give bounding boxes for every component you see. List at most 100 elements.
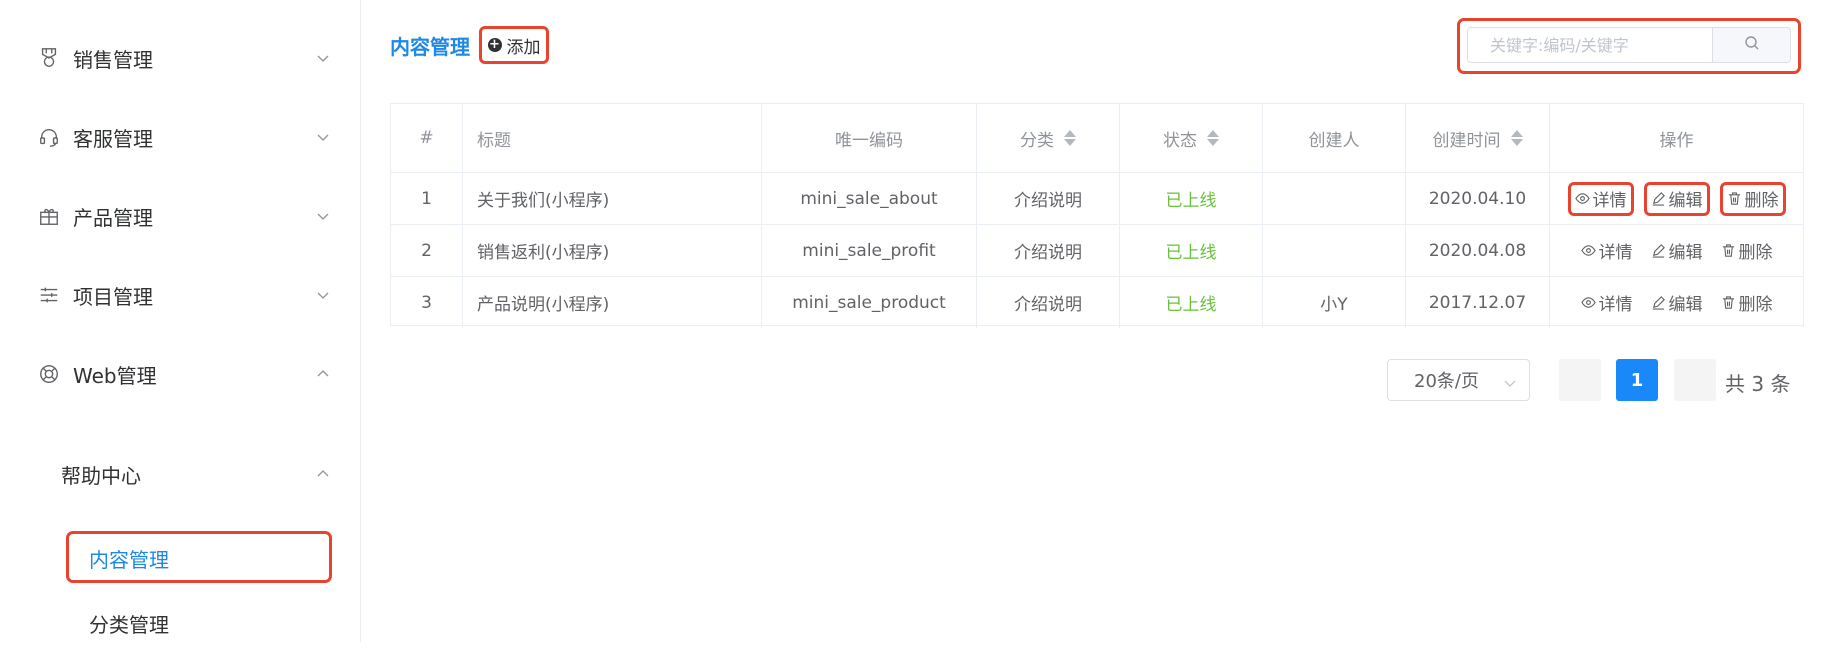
chevron-down-icon [316, 51, 330, 65]
sidebar-item-projects[interactable]: 项目管理 [0, 265, 360, 325]
sort-icon[interactable] [1064, 130, 1076, 146]
pencil-icon [1652, 296, 1665, 310]
detail-button[interactable]: 详情 [1567, 181, 1634, 216]
plus-circle-icon: + [487, 37, 502, 52]
pencil-icon [1652, 244, 1665, 258]
column-header-creator: 创建人 [1263, 104, 1406, 172]
headset-icon [37, 125, 61, 149]
add-button-label: 添加 [506, 37, 541, 58]
column-header-created[interactable]: 创建时间 [1406, 104, 1550, 172]
sidebar-item-content-management[interactable] [66, 531, 332, 583]
sidebar-item-products[interactable]: 产品管理 [0, 186, 360, 246]
column-header-title: 标题 [463, 104, 762, 172]
lifebuoy-icon [37, 362, 61, 386]
detail-button[interactable]: 详情 [1577, 286, 1637, 320]
search-icon [1744, 35, 1760, 55]
cell-creator [1263, 225, 1406, 276]
sidebar: 销售管理 客服管理 产品管理 项目管理 Web管理 帮助中心 内容管理 分类管理 [0, 0, 361, 642]
page-size-value: 20条/页 [1414, 371, 1479, 392]
column-header-actions: 操作 [1659, 130, 1694, 151]
chevron-down-icon [316, 130, 330, 144]
cell-status: 已上线 [1120, 173, 1263, 224]
sidebar-item-label: 销售管理 [73, 47, 153, 72]
page-number-current[interactable]: 1 [1616, 359, 1658, 401]
cell-status: 已上线 [1120, 277, 1263, 328]
chevron-down-icon [1503, 374, 1517, 395]
gift-icon [37, 204, 61, 228]
sidebar-group-help-center[interactable]: 帮助中心 [0, 444, 360, 504]
cell-creator [1263, 173, 1406, 224]
sidebar-item-label: 产品管理 [73, 205, 153, 230]
cell-actions: 详情 编辑 删除 [1550, 173, 1803, 224]
prev-page-button[interactable] [1559, 359, 1601, 401]
eye-icon [1574, 193, 1590, 204]
column-header-code: 唯一编码 [762, 104, 977, 172]
content-table: # 标题 唯一编码 分类 状态 创建人 创建时间 操作 1 关于我们(小程序) … [390, 103, 1804, 328]
cell-code: mini_sale_about [762, 173, 977, 224]
sidebar-subitem-label: 分类管理 [89, 612, 169, 637]
trash-icon [1722, 244, 1734, 257]
page-title: 内容管理 [390, 35, 470, 59]
cell-created: 2017.12.07 [1406, 277, 1550, 328]
cell-code: mini_sale_product [762, 277, 977, 328]
sidebar-item-customer-service[interactable]: 客服管理 [0, 107, 360, 167]
sort-icon[interactable] [1510, 130, 1523, 146]
page-size-select[interactable]: 20条/页 [1387, 359, 1530, 401]
eye-icon [1580, 245, 1596, 256]
sidebar-item-label: 项目管理 [73, 284, 153, 309]
sliders-icon [37, 283, 61, 307]
delete-button[interactable]: 删除 [1719, 181, 1786, 216]
cell-title: 关于我们(小程序) [463, 173, 762, 224]
trash-icon [1722, 296, 1734, 309]
search-bar [1457, 18, 1801, 74]
chevron-up-icon [316, 467, 330, 481]
cell-created: 2020.04.08 [1406, 225, 1550, 276]
eye-icon [1580, 297, 1596, 308]
delete-button[interactable]: 删除 [1717, 286, 1777, 320]
cell-index: 3 [391, 277, 463, 328]
sidebar-item-label: 客服管理 [73, 126, 153, 151]
table-row: 2 销售返利(小程序) mini_sale_profit 介绍说明 已上线 20… [391, 225, 1803, 277]
trash-icon [1728, 192, 1740, 205]
search-input[interactable] [1467, 27, 1713, 63]
pagination-total: 共 3 条 [1725, 372, 1791, 396]
cell-title: 产品说明(小程序) [463, 277, 762, 328]
sort-icon[interactable] [1207, 130, 1219, 146]
column-header-status[interactable]: 状态 [1120, 104, 1263, 172]
sidebar-item-category-management[interactable]: 分类管理 [0, 593, 360, 653]
table-row: 1 关于我们(小程序) mini_sale_about 介绍说明 已上线 202… [391, 173, 1803, 225]
column-header-index: # [391, 104, 463, 172]
cell-title: 销售返利(小程序) [463, 225, 762, 276]
cell-category: 介绍说明 [977, 173, 1120, 224]
sidebar-item-web[interactable]: Web管理 [0, 344, 360, 404]
cell-code: mini_sale_profit [762, 225, 977, 276]
cell-index: 2 [391, 225, 463, 276]
table-row: 3 产品说明(小程序) mini_sale_product 介绍说明 已上线 小… [391, 277, 1803, 328]
chevron-down-icon [316, 288, 330, 302]
detail-button[interactable]: 详情 [1577, 234, 1637, 268]
cell-status: 已上线 [1120, 225, 1263, 276]
sidebar-group-label: 帮助中心 [61, 463, 141, 488]
cell-category: 介绍说明 [977, 277, 1120, 328]
chevron-down-icon [316, 209, 330, 223]
cell-creator: 小Y [1263, 277, 1406, 328]
cell-actions: 详情 编辑 删除 [1550, 277, 1803, 328]
cell-index: 1 [391, 173, 463, 224]
column-header-category[interactable]: 分类 [977, 104, 1120, 172]
medal-icon [37, 46, 61, 70]
delete-button[interactable]: 删除 [1717, 234, 1777, 268]
next-page-button[interactable] [1674, 359, 1716, 401]
pencil-icon [1652, 192, 1665, 206]
add-button[interactable]: + 添加 [479, 26, 549, 64]
table-header-row: # 标题 唯一编码 分类 状态 创建人 创建时间 操作 [391, 104, 1803, 173]
cell-category: 介绍说明 [977, 225, 1120, 276]
cell-created: 2020.04.10 [1406, 173, 1550, 224]
edit-button[interactable]: 编辑 [1647, 234, 1707, 268]
chevron-up-icon [316, 367, 330, 381]
edit-button[interactable]: 编辑 [1647, 286, 1707, 320]
sidebar-item-sales[interactable]: 销售管理 [0, 28, 360, 88]
sidebar-item-label: Web管理 [73, 363, 157, 388]
cell-actions: 详情 编辑 删除 [1550, 225, 1803, 276]
search-button[interactable] [1713, 27, 1791, 63]
edit-button[interactable]: 编辑 [1643, 181, 1710, 216]
